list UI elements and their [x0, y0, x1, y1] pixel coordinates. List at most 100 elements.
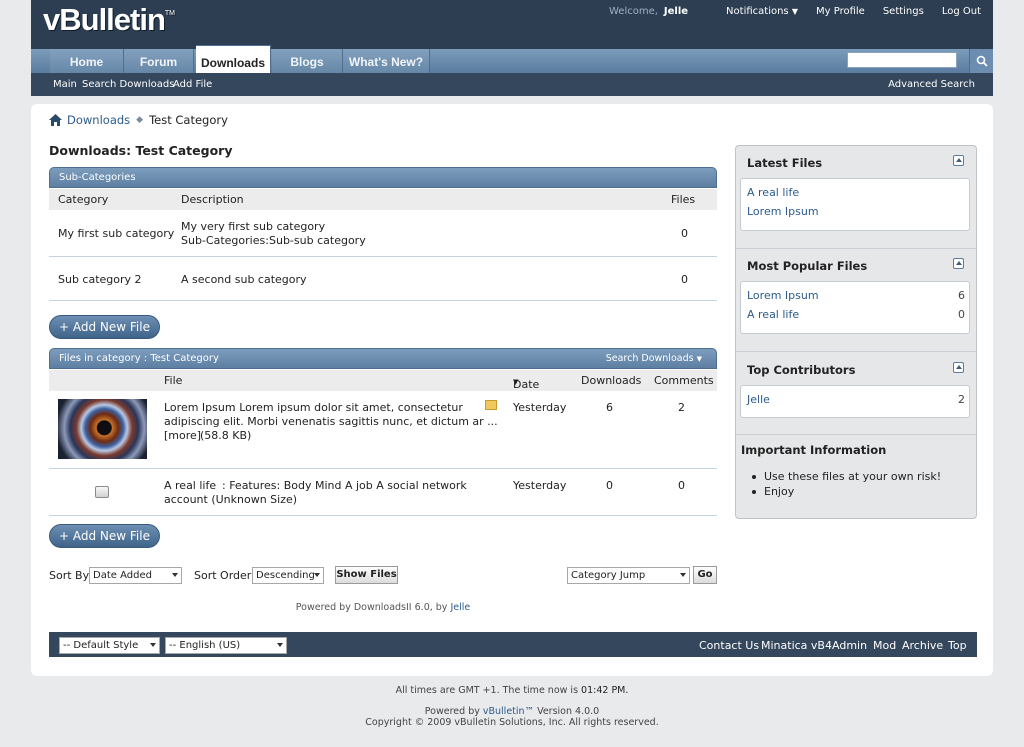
- file-title-link[interactable]: Lorem Ipsum: [164, 401, 236, 414]
- footer-top[interactable]: Top: [948, 639, 967, 652]
- chevron-down-icon: [150, 643, 156, 647]
- file-more-link[interactable]: [more]: [164, 429, 201, 442]
- logout-link[interactable]: Log Out: [942, 6, 981, 17]
- file-description-line: : Features: Body Mind A job A social net…: [222, 479, 467, 492]
- site-header: vBulletinTM Welcome, Jelle Notifications…: [31, 0, 993, 96]
- time-info: All times are GMT +1. The time now is 01…: [395, 685, 629, 696]
- settings-link[interactable]: Settings: [883, 6, 924, 17]
- collapse-icon[interactable]: [953, 155, 964, 166]
- col-downloads: Downloads: [581, 374, 642, 387]
- footer-contact-us[interactable]: Contact Us: [699, 639, 759, 652]
- tab-downloads[interactable]: Downloads: [196, 45, 271, 73]
- search-downloads-menu[interactable]: Search Downloads ▼: [606, 353, 702, 364]
- file-date: Yesterday: [513, 479, 567, 492]
- subnav-main[interactable]: Main: [53, 79, 77, 90]
- chevron-down-icon: ▼: [791, 6, 798, 16]
- important-info-title: Important Information: [741, 443, 887, 457]
- col-files: Files: [671, 193, 696, 206]
- file-downloads: 0: [606, 479, 613, 492]
- col-comments: Comments: [654, 374, 714, 387]
- collapse-icon[interactable]: [953, 362, 964, 373]
- add-new-file-button[interactable]: + Add New File: [49, 315, 160, 339]
- most-popular-title: Most Popular Files: [747, 259, 868, 273]
- file-downloads: 6: [606, 401, 613, 414]
- breadcrumb-downloads[interactable]: Downloads: [67, 113, 130, 127]
- footer-mod[interactable]: Mod: [873, 639, 896, 652]
- author-link[interactable]: Jelle: [450, 602, 470, 613]
- home-icon[interactable]: [49, 114, 62, 126]
- chevron-down-icon: [680, 573, 686, 577]
- footer-minatica[interactable]: Minatica vB4: [761, 639, 832, 652]
- top-contributors-title: Top Contributors: [747, 363, 856, 377]
- footer-admin[interactable]: Admin: [832, 639, 867, 652]
- contributor-link[interactable]: Jelle: [747, 393, 770, 406]
- tab-blogs[interactable]: Blogs: [272, 49, 343, 73]
- row-divider: [49, 256, 717, 257]
- info-list-item: Enjoy: [751, 485, 795, 498]
- search-button[interactable]: [969, 49, 993, 73]
- page-title: Downloads: Test Category: [49, 143, 233, 158]
- tab-whats-new[interactable]: What's New?: [343, 49, 430, 73]
- sub-navbar: Main Search Downloads Add File Advanced …: [31, 73, 993, 96]
- sort-order-select[interactable]: Descending: [252, 567, 324, 584]
- footer-archive[interactable]: Archive: [902, 639, 943, 652]
- main-navbar: Home Forum Downloads Blogs What's New?: [31, 45, 993, 73]
- chevron-down-icon: [172, 573, 178, 577]
- notifications-menu[interactable]: Notifications ▼: [726, 6, 798, 17]
- file-placeholder-icon[interactable]: [95, 486, 109, 498]
- footer-bar: -- Default Style -- English (US) Contact…: [49, 632, 977, 657]
- contributor-count: 2: [958, 393, 965, 406]
- row-divider: [49, 515, 717, 516]
- col-description: Description: [181, 193, 244, 206]
- file-title-link[interactable]: A real life: [164, 479, 216, 492]
- subcategory-link[interactable]: Sub category 2: [58, 273, 142, 286]
- file-size: (58.8 KB): [200, 429, 252, 442]
- welcome-text: Welcome,: [608, 5, 658, 17]
- sidebar-divider: [736, 434, 976, 435]
- style-select[interactable]: -- Default Style: [59, 637, 160, 654]
- breadcrumb-current: Test Category: [149, 113, 228, 127]
- info-list-item: Use these files at your own risk!: [751, 470, 942, 483]
- username-link[interactable]: Jelle: [664, 6, 688, 17]
- popular-file-count: 0: [958, 308, 965, 321]
- my-profile-link[interactable]: My Profile: [816, 6, 865, 17]
- user-toplinks: Welcome, Jelle Notifications ▼ My Profil…: [609, 4, 981, 18]
- search-icon: [976, 55, 988, 67]
- popular-file-link[interactable]: A real life: [747, 308, 799, 321]
- vbulletin-link[interactable]: vBulletin™: [483, 706, 534, 717]
- vbulletin-powered-by: Powered by vBulletin™ Version 4.0.0: [424, 706, 600, 717]
- category-jump-select[interactable]: Category Jump: [567, 567, 690, 584]
- subsubcategory-link[interactable]: Sub-sub category: [269, 234, 366, 247]
- row-divider: [49, 468, 717, 469]
- advanced-search-link[interactable]: Advanced Search: [888, 79, 975, 90]
- breadcrumb-separator-icon: ◆: [136, 115, 144, 125]
- file-description-line: account (Unknown Size): [164, 493, 298, 506]
- file-thumbnail[interactable]: [58, 399, 147, 459]
- chevron-down-icon: [277, 643, 283, 647]
- collapse-icon[interactable]: [953, 258, 964, 269]
- tab-forum[interactable]: Forum: [124, 49, 194, 73]
- file-date: Yesterday: [513, 401, 567, 414]
- search-input[interactable]: [847, 52, 957, 68]
- subcategory-file-count: 0: [681, 227, 688, 240]
- subnav-search-downloads[interactable]: Search Downloads: [82, 79, 174, 90]
- latest-file-link[interactable]: Lorem Ipsum: [747, 205, 819, 218]
- popular-file-link[interactable]: Lorem Ipsum: [747, 289, 819, 302]
- col-category: Category: [58, 193, 109, 206]
- tab-home[interactable]: Home: [50, 49, 124, 73]
- go-button[interactable]: Go: [693, 566, 717, 584]
- show-files-button[interactable]: Show Files: [335, 566, 398, 584]
- sidebar-divider: [736, 351, 976, 352]
- language-select[interactable]: -- English (US): [165, 637, 287, 654]
- sort-by-select[interactable]: Date Added: [89, 567, 182, 584]
- chevron-down-icon: ▼: [696, 355, 702, 363]
- subnav-add-file[interactable]: Add File: [173, 79, 212, 90]
- sort-desc-icon: ▼: [513, 378, 519, 386]
- vbulletin-logo[interactable]: vBulletinTM: [43, 2, 175, 40]
- add-new-file-button[interactable]: + Add New File: [49, 524, 160, 548]
- files-header: Files in category : Test Category Search…: [49, 348, 717, 369]
- subcategory-link[interactable]: My first sub category: [58, 227, 174, 240]
- subcategory-description: A second sub category: [181, 273, 307, 286]
- latest-file-link[interactable]: A real life: [747, 186, 799, 199]
- row-divider: [49, 300, 717, 301]
